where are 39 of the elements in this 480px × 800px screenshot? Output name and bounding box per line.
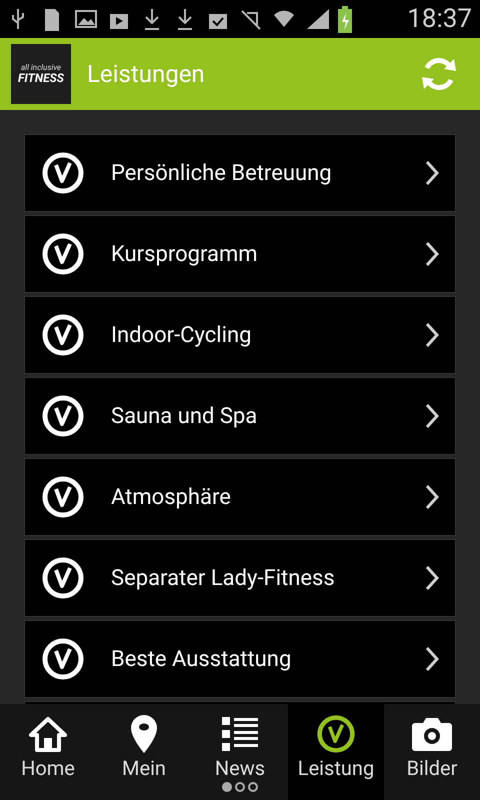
- nav-tab[interactable]: Leistung: [288, 704, 384, 800]
- screen-title: Leistungen: [87, 59, 205, 90]
- chevron-right-icon: [425, 646, 439, 672]
- list-item[interactable]: Indoor-Cycling: [24, 296, 456, 374]
- list-item[interactable]: Persönliche Betreuung: [24, 134, 456, 212]
- check-circle-icon: [41, 313, 85, 357]
- item-label: Persönliche Betreuung: [111, 160, 332, 188]
- item-label: Kursprogramm: [111, 240, 258, 268]
- list-item[interactable]: Sauna und Spa: [24, 377, 456, 455]
- chevron-right-icon: [425, 160, 439, 186]
- item-label: Beste Ausstattung: [111, 646, 292, 674]
- chevron-right-icon: [425, 403, 439, 429]
- battery-charging-icon: [338, 5, 352, 33]
- list-item[interactable]: Atmosphäre: [24, 458, 456, 536]
- home-icon: [28, 716, 68, 752]
- clock: 18:37: [407, 2, 472, 36]
- location-pin-icon: [129, 714, 159, 754]
- check-circle-icon: [41, 637, 85, 681]
- check-circle-icon: [41, 556, 85, 600]
- camera-icon: [411, 716, 453, 752]
- check-circle-icon: [41, 151, 85, 195]
- list-icon: [222, 716, 258, 752]
- refresh-icon[interactable]: [420, 55, 458, 93]
- item-label: Separater Lady-Fitness: [111, 564, 335, 592]
- check-circle-icon: [41, 232, 85, 276]
- check-circle-icon: [41, 394, 85, 438]
- item-label: Sauna und Spa: [111, 402, 258, 430]
- list-item[interactable]: Separater Lady-Fitness: [24, 539, 456, 617]
- item-label: Indoor-Cycling: [111, 322, 252, 350]
- check-circle-icon: [41, 475, 85, 519]
- list-item[interactable]: Kursprogramm: [24, 215, 456, 293]
- chevron-right-icon: [425, 241, 439, 267]
- item-label: Atmosphäre: [111, 484, 231, 512]
- chevron-right-icon: [425, 565, 439, 591]
- chevron-right-icon: [425, 322, 439, 348]
- check-circle-icon: [316, 714, 356, 754]
- chevron-right-icon: [425, 484, 439, 510]
- app-logo: all inclusive FITNESS: [11, 44, 71, 104]
- list-item[interactable]: Beste Ausstattung: [24, 620, 456, 698]
